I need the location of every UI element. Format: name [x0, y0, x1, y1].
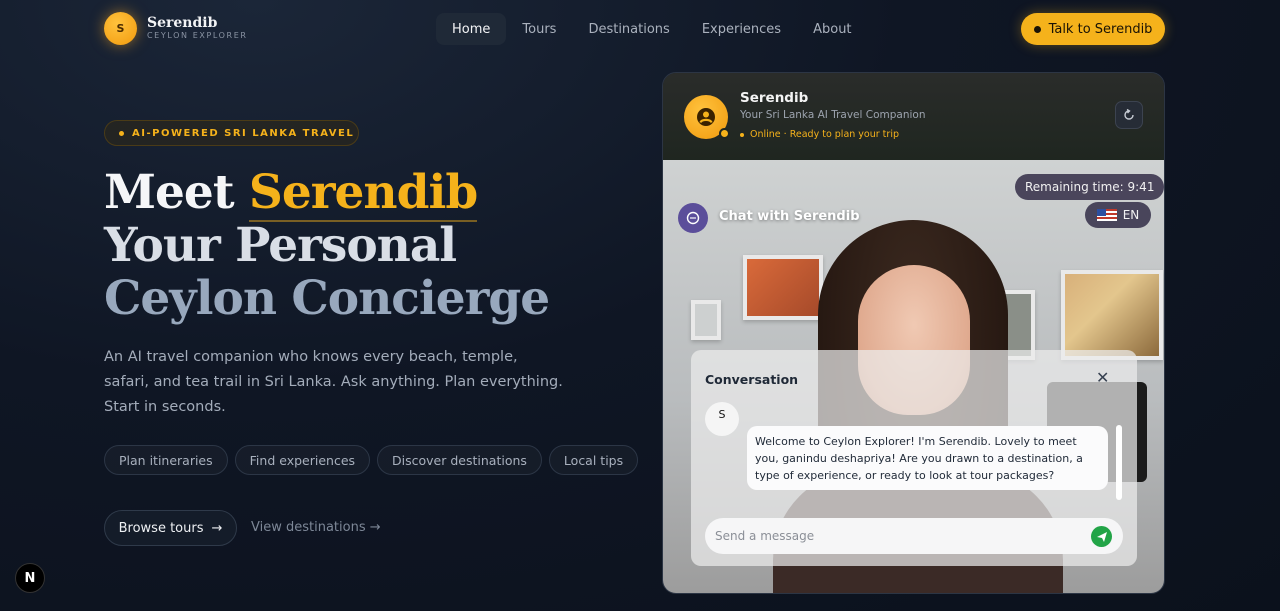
scrollbar[interactable] [1116, 425, 1122, 500]
logo-text: Serendib CEYLON EXPLORER [147, 16, 248, 41]
refresh-icon [1124, 108, 1134, 120]
wall-frame [1061, 270, 1163, 360]
user-icon [697, 108, 715, 126]
chip-local-tips[interactable]: Local tips [548, 445, 639, 475]
talk-to-serendib-button[interactable]: Talk to Serendib [1021, 13, 1165, 45]
conversation-title: Conversation [705, 372, 799, 387]
chip-discover-destinations[interactable]: Discover destinations [377, 445, 542, 475]
status-dot-icon [740, 132, 744, 137]
close-icon[interactable]: ✕ [1096, 370, 1109, 386]
chat-card-header: Serendib Your Sri Lanka AI Travel Compan… [663, 73, 1164, 160]
agent-subtitle: Your Sri Lanka AI Travel Companion [740, 109, 926, 121]
chat-icon [678, 203, 708, 233]
message-input[interactable] [705, 518, 1123, 554]
hero-title-accent: Serendib [248, 165, 478, 222]
hero-title-line3: Ceylon Concierge [104, 271, 550, 326]
brand-name: Serendib [147, 15, 218, 31]
chat-bubble-icon [686, 211, 700, 225]
brand-logo[interactable]: S Serendib CEYLON EXPLORER [104, 12, 248, 45]
language-selector[interactable]: EN [1085, 202, 1151, 228]
wall-frame [691, 300, 721, 340]
chip-find-experiences[interactable]: Find experiences [234, 445, 371, 475]
brand-subtitle: CEYLON EXPLORER [147, 31, 248, 40]
top-nav: S Serendib CEYLON EXPLORER Home Tours De… [0, 0, 1280, 58]
hero-title: Meet Serendib Your Personal Ceylon Conci… [104, 165, 550, 326]
hero-title-prefix: Meet [104, 165, 235, 220]
send-button[interactable] [1091, 526, 1112, 547]
arrow-right-icon: → [211, 520, 223, 536]
language-label: EN [1122, 208, 1140, 222]
logo-badge: S [104, 12, 137, 45]
us-flag-icon [1096, 209, 1117, 221]
agent-avatar [684, 95, 730, 139]
remaining-time-badge: Remaining time: 9:41 [1015, 174, 1164, 200]
nav-link-experiences[interactable]: Experiences [686, 13, 797, 45]
hero-description: An AI travel companion who knows every b… [104, 349, 563, 415]
agent-status-text: Online · Ready to plan your trip [750, 129, 899, 140]
nav-link-home[interactable]: Home [436, 13, 507, 45]
hero-badge: AI-POWERED SRI LANKA TRAVEL [104, 120, 359, 146]
refresh-button[interactable] [1115, 101, 1143, 129]
online-indicator [719, 128, 730, 139]
hero-title-line2: Your Personal [104, 218, 457, 273]
chat-card: Serendib Your Sri Lanka AI Travel Compan… [662, 72, 1165, 594]
send-icon [1096, 531, 1107, 542]
wall-frame [743, 255, 823, 320]
avatar-video: Remaining time: 9:41 EN Chat with Serend… [663, 160, 1164, 593]
chip-plan-itineraries[interactable]: Plan itineraries [104, 445, 228, 475]
nav-link-about[interactable]: About [797, 13, 867, 45]
bot-message: Welcome to Ceylon Explorer! I'm Serendib… [747, 426, 1108, 490]
view-destinations-link[interactable]: View destinations → [251, 520, 381, 535]
nav-links: Home Tours Destinations Experiences Abou… [436, 13, 868, 45]
badge-dot-icon [119, 130, 124, 136]
conversation-panel: Conversation ✕ S Welcome to Ceylon Explo… [691, 350, 1137, 566]
cta-label: Talk to Serendib [1048, 21, 1153, 37]
hero-badge-label: AI-POWERED SRI LANKA TRAVEL [132, 127, 355, 139]
nav-link-destinations[interactable]: Destinations [572, 13, 685, 45]
bot-avatar: S [705, 402, 739, 436]
agent-name: Serendib [740, 90, 809, 106]
status-dot-icon [1033, 25, 1041, 33]
browse-tours-label: Browse tours [118, 520, 204, 536]
hero-title-line1: Meet Serendib [104, 165, 549, 222]
nav-link-tours[interactable]: Tours [506, 13, 572, 45]
dev-tools-badge[interactable]: N [15, 563, 45, 593]
chat-title: Chat with Serendib [719, 209, 860, 224]
browse-tours-button[interactable]: Browse tours → [104, 510, 237, 546]
feature-chips: Plan itineraries Find experiences Discov… [104, 445, 639, 475]
agent-status: Online · Ready to plan your trip [740, 129, 899, 140]
